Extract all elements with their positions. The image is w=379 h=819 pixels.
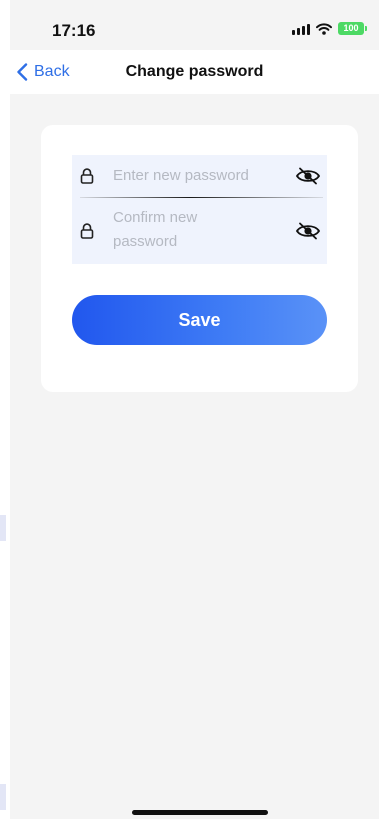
status-icons: 100 (292, 22, 367, 35)
eye-slash-icon[interactable] (295, 221, 321, 241)
battery-level: 100 (343, 23, 359, 33)
lock-icon (80, 223, 94, 239)
edge-marker (0, 784, 6, 810)
save-button[interactable]: Save (72, 295, 327, 345)
home-indicator (132, 810, 268, 815)
wifi-icon (316, 22, 332, 35)
page-title: Change password (125, 63, 264, 80)
cellular-signal-icon (292, 23, 310, 35)
confirm-password-input[interactable] (113, 206, 243, 256)
phone-screen: 17:16 100 Back Change password Confirm n… (10, 0, 379, 819)
edge-marker (0, 515, 6, 541)
status-time: 17:16 (52, 21, 96, 40)
confirm-password-row (72, 198, 327, 264)
change-password-card: Save (41, 125, 358, 392)
new-password-row (72, 155, 327, 197)
status-bar: 17:16 100 (10, 0, 379, 50)
password-fields (72, 155, 327, 264)
eye-slash-icon[interactable] (295, 166, 321, 186)
lock-icon (80, 168, 94, 184)
navigation-bar: Back Change password (10, 50, 379, 94)
new-password-input[interactable] (113, 164, 283, 188)
battery-icon: 100 (338, 22, 367, 35)
